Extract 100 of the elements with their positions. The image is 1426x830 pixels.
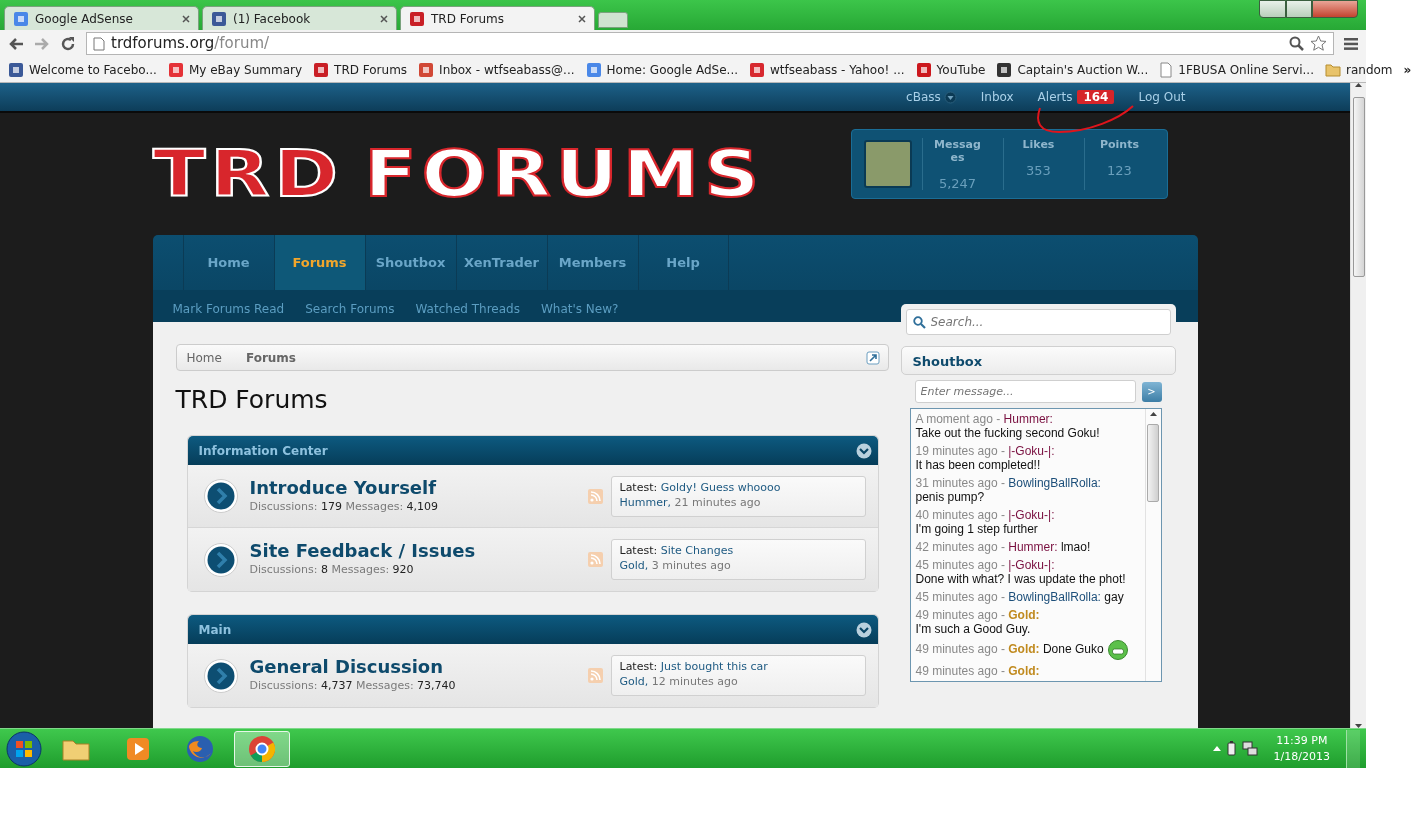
bookmark[interactable]: Inbox - wtfseabass@...: [418, 60, 575, 79]
bookmarks-overflow[interactable]: »: [1403, 60, 1412, 79]
user-menu[interactable]: cBass: [906, 88, 957, 106]
collapse-icon[interactable]: [855, 442, 872, 459]
bookmark[interactable]: 1FBUSA Online Servi...: [1159, 60, 1314, 79]
popout-icon[interactable]: [865, 350, 880, 365]
taskbar-clock[interactable]: 11:39 PM 1/18/2013: [1273, 732, 1330, 765]
shoutbox-heading: Shoutbox: [900, 346, 1176, 375]
shout-message: 45 minutes ago - |-Goku-|: Done with what? I was update the phot!: [915, 558, 1127, 586]
shout-message: 19 minutes ago - |-Goku-|: It has been completed!!: [915, 444, 1056, 472]
site-icon: [418, 61, 435, 78]
stat-label: Points: [1099, 138, 1140, 151]
subnav-link[interactable]: Search Forums: [305, 300, 395, 318]
breadcrumb-link[interactable]: Forums: [245, 348, 296, 367]
collapse-icon[interactable]: [855, 621, 872, 638]
shout-message: 40 minutes ago - |-Goku-|: I'm going 1 step further: [915, 508, 1056, 536]
browser-tab[interactable]: (1) Facebook: [202, 6, 397, 30]
site-icon: [409, 10, 425, 27]
star-icon[interactable]: [1310, 35, 1327, 52]
bookmark[interactable]: random: [1325, 60, 1393, 79]
inbox-link[interactable]: Inbox: [980, 88, 1014, 106]
tray-arrow-icon[interactable]: [1212, 746, 1221, 751]
stat-value: 5,247: [937, 175, 978, 193]
latest-thread-line: Latest: Site Changes: [619, 543, 735, 558]
search-field[interactable]: Search...: [905, 309, 1171, 335]
stat-value: 353: [1025, 162, 1052, 180]
menu-icon[interactable]: [1344, 37, 1358, 50]
breadcrumb-link[interactable]: Home: [186, 348, 222, 367]
latest-meta: Gold, 3 minutes ago: [619, 558, 732, 573]
start-orb-icon[interactable]: [6, 730, 42, 767]
stat-label: Messages: [933, 138, 982, 164]
stat-label: Likes: [1021, 138, 1056, 151]
page-icon: [1159, 61, 1174, 78]
site-icon: [313, 61, 330, 78]
latest-thread-line: Latest: Just bought this car: [619, 659, 769, 674]
shout-message: 49 minutes ago - Gold: Done Guko: [915, 640, 1140, 660]
scroll-up-icon[interactable]: [1149, 412, 1157, 416]
category-title[interactable]: Information Center: [198, 441, 328, 460]
forum-stats: Discussions: 8 Messages: 920: [249, 562, 415, 579]
bookmark[interactable]: Home: Google AdSe...: [585, 60, 739, 79]
logout-link[interactable]: Log Out: [1138, 88, 1186, 106]
reload-icon[interactable]: [60, 35, 76, 52]
url-text: trdforums.org/forum/: [111, 33, 271, 55]
site-icon: [749, 61, 766, 78]
site-logo: TRD FORUMS: [152, 142, 764, 206]
site-icon: [8, 61, 24, 78]
forum-title[interactable]: General Discussion: [249, 656, 444, 678]
latest-meta: Hummer, 21 minutes ago: [619, 494, 762, 510]
folder-icon: [1325, 62, 1341, 77]
taskbar-app[interactable]: [234, 730, 290, 767]
forum-node-icon: [203, 479, 238, 513]
shout-message: 45 minutes ago - BowlingBallRolla: gay: [915, 590, 1125, 604]
search-icon: [912, 316, 926, 329]
network-icon[interactable]: [1241, 741, 1258, 756]
nav-tab[interactable]: Forums: [273, 235, 365, 290]
bookmark[interactable]: YouTube: [915, 60, 986, 79]
browser-tab[interactable]: Google AdSense: [4, 6, 199, 30]
subnav-link[interactable]: What's New?: [540, 300, 619, 318]
forum-stats: Discussions: 4,737 Messages: 73,740: [249, 678, 457, 695]
subnav-link[interactable]: Watched Threads: [415, 300, 520, 318]
scrollbar-thumb[interactable]: [1147, 424, 1159, 502]
shout-message: 42 minutes ago - Hummer: lmao!: [915, 540, 1092, 554]
shout-message: 49 minutes ago - Gold:: [915, 664, 1041, 678]
maximize-button[interactable]: [1286, 0, 1312, 18]
minimize-button[interactable]: [1259, 0, 1286, 18]
back-arrow-icon[interactable]: [8, 36, 24, 51]
scrollbar-thumb[interactable]: [1352, 97, 1365, 277]
close-icon[interactable]: [578, 14, 586, 23]
bookmark[interactable]: wtfseabass - Yahoo! ...: [749, 60, 905, 79]
alert-count: 164: [1077, 90, 1115, 104]
site-icon: [996, 61, 1013, 78]
shout-message: 31 minutes ago - BowlingBallRolla: penis pump?: [915, 476, 1102, 504]
subnav-link[interactable]: Mark Forums Read: [172, 300, 285, 318]
browser-tab[interactable]: TRD Forums: [400, 6, 595, 30]
close-icon[interactable]: [380, 14, 388, 23]
address-bar[interactable]: trdforums.org/forum/: [86, 32, 1334, 55]
message-input[interactable]: Enter message...: [914, 380, 1136, 403]
bookmark[interactable]: My eBay Summary: [167, 60, 303, 79]
page-scrollbar[interactable]: [1350, 83, 1366, 728]
close-icon[interactable]: [182, 14, 190, 23]
alerts-link[interactable]: Alerts 164: [1037, 88, 1115, 106]
forum-title[interactable]: Site Feedback / Issues: [249, 540, 476, 562]
site-icon: [167, 61, 184, 78]
forum-title[interactable]: Introduce Yourself: [249, 476, 437, 499]
zoom-icon[interactable]: [1289, 36, 1304, 51]
page-icon: [93, 36, 105, 51]
shout-message: 49 minutes ago - Gold: I'm such a Good Guy.: [915, 608, 1041, 636]
bookmark[interactable]: Captain's Auction W...: [996, 60, 1149, 79]
avatar-photo-placeholder: [863, 140, 912, 188]
battery-icon[interactable]: [1226, 741, 1236, 756]
forum-stats: Discussions: 179 Messages: 4,109: [249, 498, 440, 515]
send-button[interactable]: >: [1141, 381, 1162, 402]
bookmark[interactable]: Welcome to Facebo...: [8, 60, 157, 79]
bookmark[interactable]: TRD Forums: [313, 60, 408, 79]
category-title[interactable]: Main: [198, 620, 232, 639]
site-icon: [585, 61, 602, 78]
forum-node-icon: [203, 658, 238, 693]
forum-node-icon: [203, 542, 238, 577]
close-button[interactable]: [1312, 0, 1358, 18]
page-title: TRD Forums: [175, 385, 329, 415]
